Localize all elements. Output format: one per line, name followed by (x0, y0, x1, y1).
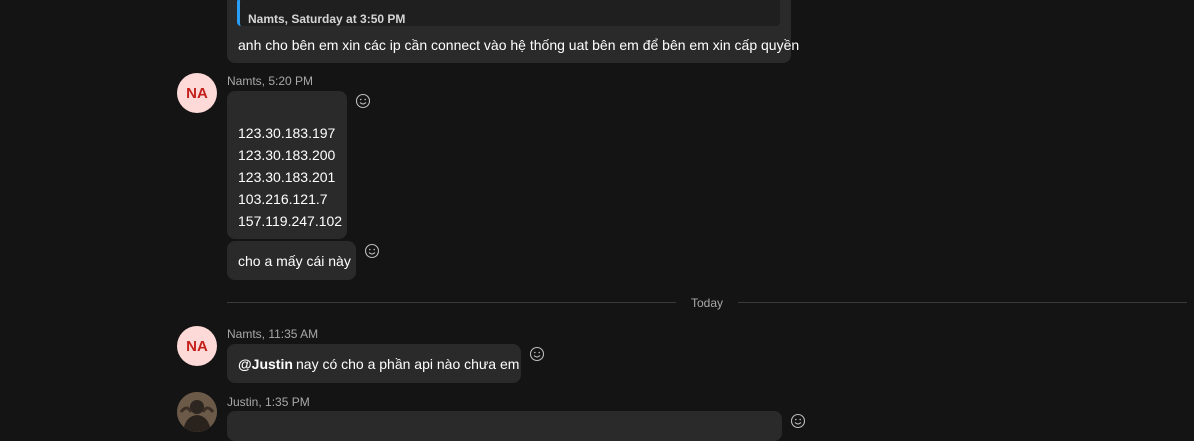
ip-address: 123.30.183.201 (238, 169, 336, 185)
message-text: nay có cho a phần api nào chưa em (296, 356, 520, 372)
date-divider-line-right (738, 302, 1187, 303)
quote-box[interactable]: Namts, Saturday at 3:50 PM (237, 0, 780, 26)
ip-address: 157.119.247.102 (238, 213, 343, 229)
smiley-face-icon[interactable] (529, 346, 545, 362)
message-meta: Justin, 1:35 PM (227, 395, 310, 409)
avatar[interactable]: NA (177, 326, 217, 366)
message-bubble[interactable] (227, 411, 782, 441)
message-meta: Namts, 11:35 AM (227, 327, 319, 341)
user-photo-avatar[interactable] (177, 392, 217, 432)
ip-address: 103.216.121.7 (238, 191, 328, 207)
smiley-face-icon[interactable] (364, 243, 380, 259)
message-bubble[interactable]: cho a mấy cái này (227, 241, 356, 280)
message-text: anh cho bên em xin các ip cần connect và… (238, 37, 800, 53)
ip-address: 123.30.183.200 (238, 147, 336, 163)
avatar[interactable]: NA (177, 73, 217, 113)
date-divider-label: Today (690, 296, 724, 310)
ip-address: 123.30.183.197 (238, 125, 336, 141)
message-meta: Namts, 5:20 PM (227, 74, 314, 88)
message-bubble-ip-list[interactable]: 123.30.183.197 123.30.183.200 123.30.183… (227, 91, 347, 239)
smiley-face-icon[interactable] (790, 413, 806, 429)
message-bubble[interactable]: @Justin nay có cho a phần api nào chưa e… (227, 344, 521, 383)
avatar-initials: NA (186, 337, 208, 355)
message-text: cho a mấy cái này (238, 253, 351, 269)
user-mention[interactable]: @Justin (238, 353, 293, 375)
smiley-face-icon[interactable] (355, 93, 371, 109)
avatar-initials: NA (186, 84, 208, 102)
quote-meta: Namts, Saturday at 3:50 PM (248, 12, 406, 26)
date-divider-line-left (227, 302, 676, 303)
message-bubble-quoted[interactable]: Namts, Saturday at 3:50 PM anh cho bên e… (227, 0, 799, 63)
